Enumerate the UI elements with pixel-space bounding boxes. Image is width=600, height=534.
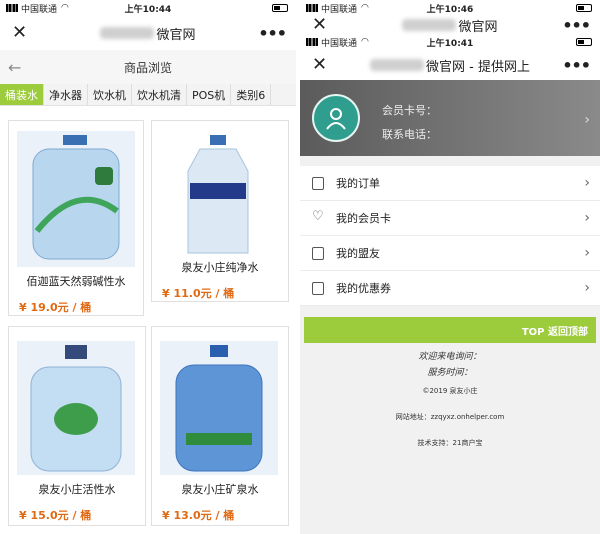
back-arrow-icon[interactable]: ← xyxy=(8,58,21,77)
blurred-name xyxy=(402,19,457,31)
page-title: 微官网 xyxy=(156,27,196,43)
footer-support: 技术支持：21商户宝 xyxy=(417,439,483,447)
status-time: 上午10:46 xyxy=(426,4,474,15)
battery-icon xyxy=(272,4,288,12)
footer-site[interactable]: 网站地址：zzqyxz.onhelper.com xyxy=(300,412,600,422)
member-center-screen: 中国联通 ◠ 上午10:46 ✕ 微官网 ••• 中国联通 ◠ 上午10:41 … xyxy=(300,0,600,534)
wechat-navbar: ✕ 微官网 ••• xyxy=(0,16,296,50)
tab-category-0[interactable]: 桶装水 xyxy=(0,84,44,105)
battery-icon xyxy=(576,4,592,12)
chevron-right-icon: › xyxy=(584,280,590,296)
product-name: 泉友小庄纯净水 xyxy=(181,261,259,274)
member-menu: 我的订单 › ♡ 我的会员卡 › 我的盟友 › 我的优惠券 › xyxy=(300,166,600,306)
product-name: 泉友小庄矿泉水 xyxy=(181,483,259,496)
product-name: 佰迦蓝天然弱碱性水 xyxy=(26,275,126,288)
screenshot-composite: 中国联通 ◠ 上午10:44 ✕ 微官网 ••• ← 商品浏览 桶装水 净水器 … xyxy=(0,0,600,534)
status-time: 上午10:44 xyxy=(124,4,172,15)
product-image xyxy=(17,131,135,267)
product-card[interactable]: 佰迦蓝天然弱碱性水 ¥ 19.0元 / 桶 xyxy=(8,120,144,316)
product-image xyxy=(160,131,278,257)
product-browse-screen: 中国联通 ◠ 上午10:44 ✕ 微官网 ••• ← 商品浏览 桶装水 净水器 … xyxy=(0,0,296,534)
list-icon xyxy=(312,282,324,295)
tab-category-2[interactable]: 饮水机 xyxy=(88,84,132,105)
browse-header: ← 商品浏览 xyxy=(0,50,296,84)
avatar xyxy=(312,94,360,142)
tab-category-3[interactable]: 饮水机清 xyxy=(132,84,187,105)
more-icon[interactable]: ••• xyxy=(562,16,591,35)
product-price: ¥ 11.0元 / 桶 xyxy=(162,287,235,300)
status-time: 上午10:41 xyxy=(426,38,474,49)
menu-item-allies[interactable]: 我的盟友 › xyxy=(300,236,600,271)
member-banner[interactable]: 会员卡号： 联系电话： › xyxy=(300,80,600,156)
tab-category-1[interactable]: 净水器 xyxy=(44,84,88,105)
page-title: 微官网 - 提供网上 xyxy=(426,59,530,75)
chevron-right-icon: › xyxy=(584,112,590,128)
product-name: 泉友小庄活性水 xyxy=(38,483,116,496)
status-bar: 中国联通 ◠ 上午10:44 xyxy=(0,0,296,16)
footer: 欢迎来电询问： 服务时间： ©2019 泉友小庄 网站地址：zzqyxz.onh… xyxy=(300,349,600,448)
document-icon xyxy=(312,177,324,190)
battery-icon xyxy=(576,38,592,46)
menu-item-label: 我的订单 xyxy=(336,177,380,190)
footer-hours: 服务时间： xyxy=(427,368,473,378)
member-card-label: 会员卡号： xyxy=(382,104,437,117)
product-card[interactable]: 泉友小庄活性水 ¥ 15.0元 / 桶 xyxy=(8,326,146,526)
menu-item-label: 我的盟友 xyxy=(336,247,380,260)
product-price: ¥ 15.0元 / 桶 xyxy=(19,509,92,522)
footer-copyright: ©2019 泉友小庄 xyxy=(422,387,478,395)
category-tabs: 桶装水 净水器 饮水机 饮水机清 POS机 类别6 xyxy=(0,84,296,106)
tab-category-5[interactable]: 类别6 xyxy=(231,84,272,105)
user-icon xyxy=(326,108,346,130)
chevron-right-icon: › xyxy=(584,210,590,226)
blurred-name xyxy=(370,59,425,71)
back-to-top-button[interactable]: TOP 返回顶部 xyxy=(304,317,596,343)
product-card[interactable]: 泉友小庄矿泉水 ¥ 13.0元 / 桶 xyxy=(151,326,289,526)
browse-title: 商品浏览 xyxy=(123,60,172,75)
menu-item-coupons[interactable]: 我的优惠券 › xyxy=(300,271,600,306)
product-card[interactable]: 泉友小庄纯净水 ¥ 11.0元 / 桶 xyxy=(151,120,289,302)
more-icon[interactable]: ••• xyxy=(258,24,287,43)
wechat-navbar: ✕ 微官网 - 提供网上 ••• xyxy=(300,50,600,80)
list-icon xyxy=(312,247,324,260)
product-image xyxy=(160,341,278,475)
product-image xyxy=(17,341,135,475)
close-icon[interactable]: ✕ xyxy=(312,16,327,34)
footer-welcome: 欢迎来电询问： xyxy=(418,352,482,362)
more-icon[interactable]: ••• xyxy=(562,56,591,75)
menu-item-member-card[interactable]: ♡ 我的会员卡 › xyxy=(300,201,600,236)
wechat-navbar-back: ✕ 微官网 ••• xyxy=(300,16,600,35)
close-icon[interactable]: ✕ xyxy=(312,56,327,74)
status-bar: 中国联通 ◠ 上午10:41 xyxy=(300,34,600,50)
page-title-back: 微官网 xyxy=(458,19,498,35)
product-price: ¥ 13.0元 / 桶 xyxy=(162,509,235,522)
status-bar-back: 中国联通 ◠ 上午10:46 xyxy=(300,0,600,16)
heart-icon: ♡ xyxy=(312,209,324,224)
member-phone-label: 联系电话： xyxy=(382,128,437,141)
chevron-right-icon: › xyxy=(584,175,590,191)
menu-item-label: 我的会员卡 xyxy=(336,212,391,225)
chevron-right-icon: › xyxy=(584,245,590,261)
menu-item-orders[interactable]: 我的订单 › xyxy=(300,166,600,201)
blurred-name xyxy=(100,27,155,39)
menu-item-label: 我的优惠券 xyxy=(336,282,391,295)
tab-category-4[interactable]: POS机 xyxy=(187,84,232,105)
close-icon[interactable]: ✕ xyxy=(12,24,27,42)
product-price: ¥ 19.0元 / 桶 xyxy=(19,301,92,314)
